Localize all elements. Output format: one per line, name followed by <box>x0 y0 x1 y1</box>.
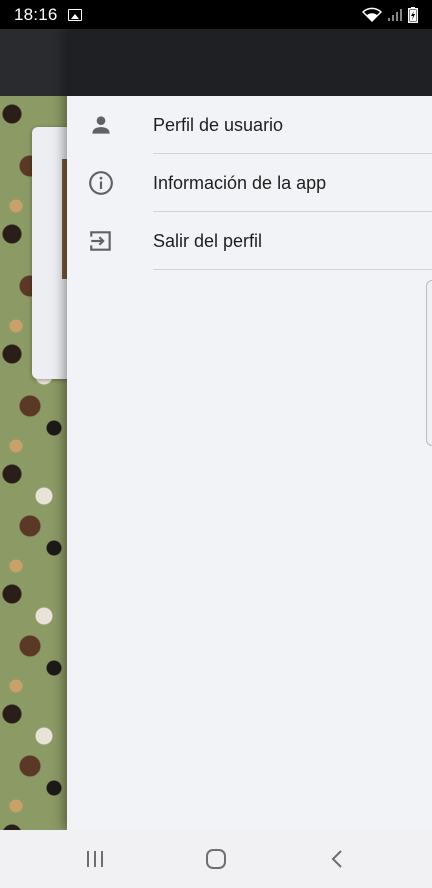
exit-icon <box>88 228 114 254</box>
menu-item-label: Salir del perfil <box>153 230 263 251</box>
menu-item-exit-profile[interactable]: Salir del perfil <box>67 212 432 270</box>
status-time: 18:16 <box>14 4 58 24</box>
menu-item-app-info[interactable]: Información de la app <box>67 154 432 212</box>
info-icon <box>88 170 114 196</box>
menu-item-label: Información de la app <box>153 172 327 193</box>
signal-icon <box>388 8 402 21</box>
drawer-header <box>67 29 432 96</box>
gallery-notification-icon <box>67 8 82 21</box>
home-button[interactable] <box>186 830 246 888</box>
scroll-edge-handle <box>426 280 432 446</box>
person-icon <box>88 112 114 138</box>
background-toolbar <box>0 29 67 96</box>
background-card <box>32 127 72 379</box>
status-icons <box>362 6 418 23</box>
back-button[interactable] <box>307 830 367 888</box>
wifi-icon <box>362 7 382 22</box>
status-bar: 18:16 <box>0 0 432 29</box>
recent-apps-button[interactable] <box>65 830 125 888</box>
drawer-menu: Perfil de usuario Información de la app <box>67 96 432 270</box>
recent-apps-icon <box>87 851 103 867</box>
menu-item-label: Perfil de usuario <box>153 114 284 135</box>
screen: 18:16 Perfil de usuario Información de l… <box>0 0 432 888</box>
background-app <box>0 29 72 830</box>
home-icon <box>206 849 226 869</box>
back-icon <box>331 850 342 868</box>
menu-item-user-profile[interactable]: Perfil de usuario <box>67 96 432 154</box>
navigation-drawer: Perfil de usuario Información de la app <box>67 29 432 830</box>
battery-charging-icon <box>408 6 418 23</box>
system-navigation-bar <box>0 830 432 888</box>
